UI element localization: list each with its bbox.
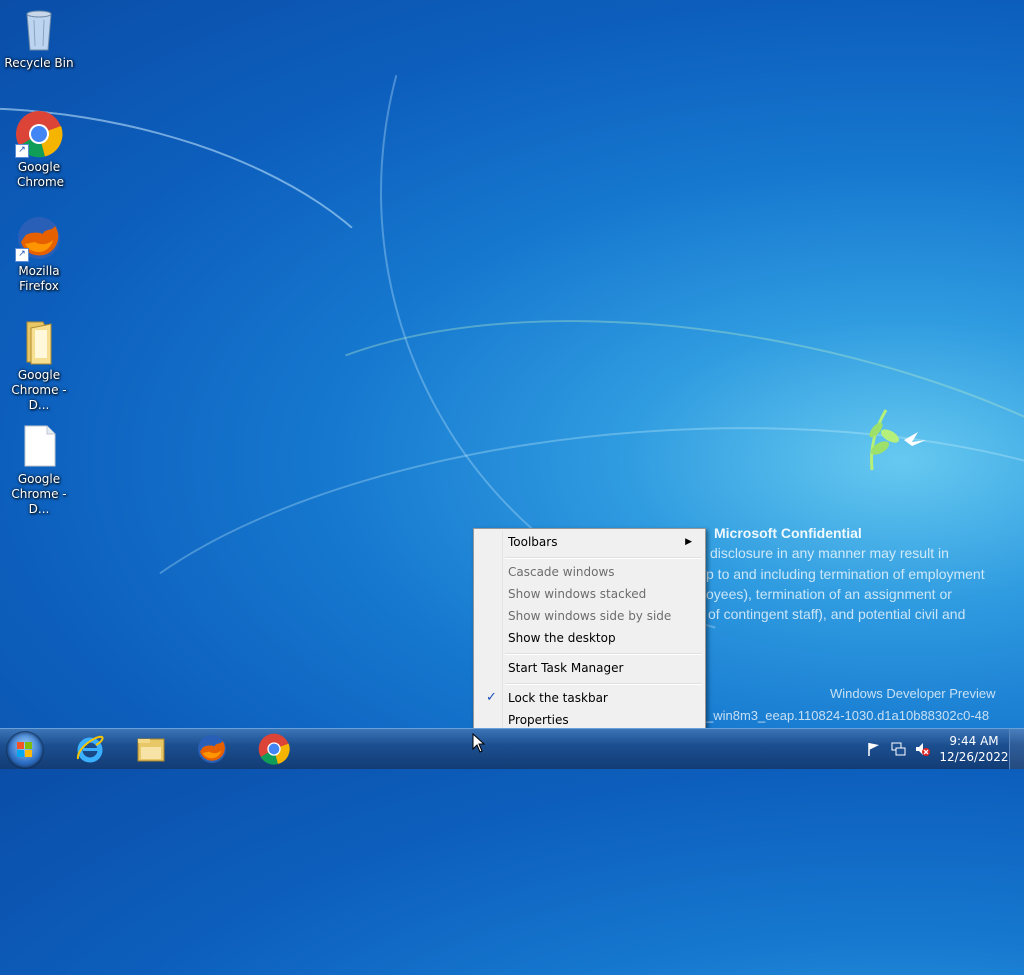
menu-separator (505, 683, 702, 685)
watermark-build-title: Windows Developer Preview (830, 686, 996, 701)
menu-item-label: Cascade windows (508, 565, 615, 579)
taskbar-chrome[interactable] (244, 729, 304, 769)
chrome-icon (258, 733, 290, 765)
desktop-icon-label: Google Chrome - D... (11, 472, 67, 516)
internet-explorer-icon (76, 735, 104, 763)
submenu-arrow-icon: ▶ (685, 537, 692, 547)
menu-item-label: Start Task Manager (508, 661, 624, 675)
menu-item-label: Lock the taskbar (508, 691, 608, 705)
desktop-icon-label: Google Chrome (17, 160, 65, 189)
menu-item-label: Toolbars (508, 535, 558, 549)
show-desktop-button[interactable] (1009, 729, 1024, 769)
watermark-line: p to and including termination of employ… (706, 566, 985, 582)
clock-time: 9:44 AM (949, 734, 999, 748)
folder-icon (26, 321, 52, 365)
taskbar-file-explorer[interactable] (121, 729, 181, 769)
file-explorer-icon (137, 738, 165, 762)
windows-logo-icon (17, 742, 33, 758)
watermark-line: disclosure in any manner may result in (710, 545, 949, 561)
taskbar[interactable]: 9:44 AM 12/26/2022 (0, 728, 1024, 769)
taskbar-internet-explorer[interactable] (60, 729, 120, 769)
menu-item-start-task-manager[interactable]: Start Task Manager (477, 657, 702, 679)
menu-item-cascade-windows[interactable]: Cascade windows (477, 561, 702, 583)
clock-date: 12/26/2022 (939, 750, 1009, 764)
start-button[interactable] (6, 731, 44, 769)
watermark-line: of contingent staff), and potential civi… (708, 606, 966, 622)
desktop-icon-google-chrome[interactable]: ↗ Google Chrome (4, 110, 74, 190)
menu-item-label: Show windows stacked (508, 587, 647, 601)
taskbar-firefox[interactable] (182, 729, 242, 769)
mouse-cursor-icon (472, 733, 486, 753)
menu-item-show-the-desktop[interactable]: Show the desktop (477, 627, 702, 649)
menu-separator (505, 557, 702, 559)
recycle-bin-icon (26, 10, 52, 51)
volume-muted-icon[interactable] (914, 741, 930, 757)
desktop-icon-folder[interactable]: Google Chrome - D... (4, 318, 74, 413)
menu-item-label: Show the desktop (508, 631, 616, 645)
action-center-flag-icon[interactable] (866, 741, 882, 757)
desktop-icon-label: Mozilla Firefox (18, 264, 60, 293)
desktop-icon-mozilla-firefox[interactable]: ↗ Mozilla Firefox (4, 214, 74, 294)
taskbar-context-menu: Toolbars ▶ Cascade windows Show windows … (473, 528, 706, 735)
watermark-title: Microsoft Confidential (714, 525, 862, 541)
shortcut-arrow-icon: ↗ (15, 248, 29, 262)
clock[interactable]: 9:44 AM 12/26/2022 (938, 733, 1010, 765)
checkmark-icon: ✓ (486, 690, 497, 705)
desktop-icon-file[interactable]: Google Chrome - D... (4, 422, 74, 517)
wallpaper-bird-icon (869, 409, 926, 471)
menu-item-label: Properties (508, 713, 569, 727)
menu-item-toolbars[interactable]: Toolbars ▶ (477, 531, 702, 553)
watermark-line: oyees), termination of an assignment or (706, 586, 952, 602)
menu-separator (505, 653, 702, 655)
watermark-build-string: _win8m3_eeap.110824-1030.d1a10b88302c0-4… (706, 708, 990, 723)
network-icon[interactable] (890, 741, 906, 757)
file-icon (24, 425, 56, 467)
desktop-icon-label: Google Chrome - D... (11, 368, 67, 412)
shortcut-arrow-icon: ↗ (15, 144, 29, 158)
menu-item-show-windows-stacked[interactable]: Show windows stacked (477, 583, 702, 605)
desktop-icon-recycle-bin[interactable]: Recycle Bin (4, 6, 74, 71)
firefox-icon (198, 735, 226, 763)
menu-item-show-windows-side-by-side[interactable]: Show windows side by side (477, 605, 702, 627)
menu-item-lock-the-taskbar[interactable]: ✓ Lock the taskbar (477, 687, 702, 709)
menu-item-label: Show windows side by side (508, 609, 672, 623)
desktop-icon-label: Recycle Bin (4, 56, 74, 70)
